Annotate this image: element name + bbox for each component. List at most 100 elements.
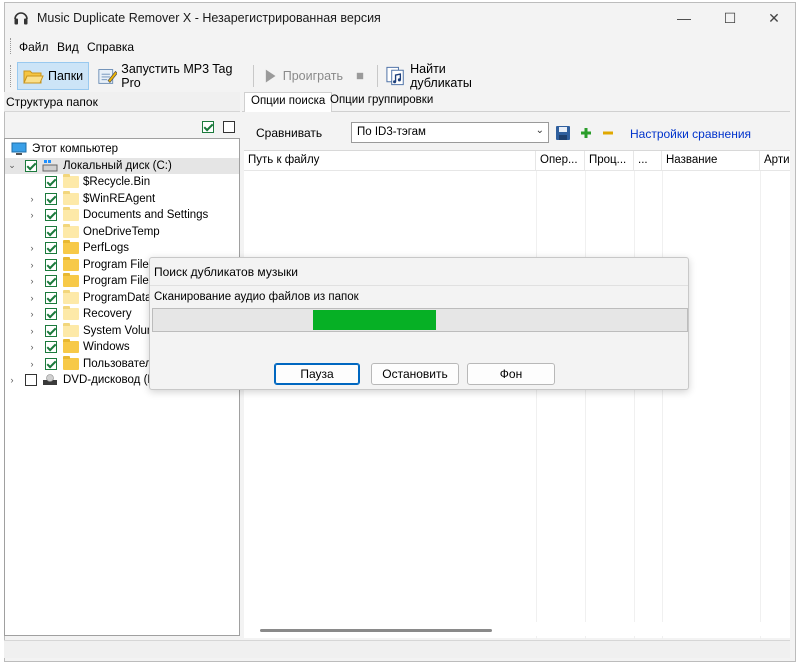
tree-checkbox[interactable]: [45, 292, 57, 304]
folders-button[interactable]: Папки: [17, 62, 89, 90]
folder-icon: [63, 308, 79, 320]
menu-help[interactable]: Справка: [87, 40, 134, 54]
pause-button[interactable]: Пауза: [274, 363, 360, 385]
tree-checkbox[interactable]: [45, 226, 57, 238]
tree-checkbox[interactable]: [25, 374, 37, 386]
tree-item-label: Этот компьютер: [32, 143, 118, 155]
uncheck-all-checkbox[interactable]: [223, 121, 235, 133]
grid-header: Путь к файлу Опер... Проц... ... Названи…: [244, 151, 790, 171]
maximize-button[interactable]: ☐: [707, 3, 753, 33]
add-icon[interactable]: [578, 125, 594, 141]
tree-item-label: Program Files: [83, 275, 155, 287]
tree-checkbox[interactable]: [45, 242, 57, 254]
progress-bar: [152, 308, 688, 332]
find-duplicates-label: Найти дубликаты: [410, 62, 507, 90]
folder-icon: [63, 209, 79, 221]
check-all-checkbox[interactable]: [202, 121, 214, 133]
scrollbar-thumb[interactable]: [260, 629, 492, 632]
folder-icon: [63, 259, 79, 271]
expand-icon[interactable]: ›: [27, 243, 37, 253]
column-percent[interactable]: Проц...: [585, 151, 634, 171]
expand-icon[interactable]: ›: [27, 309, 37, 319]
tree-item-drive-c[interactable]: ⌄ Локальный диск (C:): [5, 158, 240, 175]
compare-settings-link[interactable]: Настройки сравнения: [630, 127, 751, 141]
chevron-down-icon: ⌄: [536, 125, 544, 136]
folder-icon: [63, 176, 79, 188]
expand-icon[interactable]: ›: [27, 210, 37, 220]
tree-item-label: $WinREAgent: [83, 193, 155, 205]
column-operation[interactable]: Опер...: [536, 151, 585, 171]
column-divider: [634, 171, 635, 639]
find-duplicates-button[interactable]: Найти дубликаты: [381, 62, 511, 90]
dvd-drive-icon: [42, 374, 58, 386]
tree-item-this-pc[interactable]: Этот компьютер: [5, 141, 240, 158]
play-label: Проиграть: [283, 69, 343, 83]
dialog-divider: [150, 285, 688, 286]
folder-icon: [63, 325, 79, 337]
menu-file[interactable]: Файл: [19, 40, 49, 54]
tree-checkbox[interactable]: [45, 275, 57, 287]
launch-mp3-tag-button[interactable]: Запустить MP3 Tag Pro: [93, 62, 249, 90]
tree-item-documents-settings[interactable]: › Documents and Settings: [5, 207, 240, 224]
folder-icon: [63, 226, 79, 238]
search-options-panel: Сравнивать По ID3-тэгам ⌄ Настройки срав…: [242, 112, 790, 150]
dialog-message: Сканирование аудио файлов из папок: [154, 291, 359, 303]
menu-grip: [10, 38, 12, 54]
background-button[interactable]: Фон: [467, 363, 555, 385]
tree-checkbox[interactable]: [45, 176, 57, 188]
expand-icon[interactable]: ›: [27, 293, 37, 303]
column-divider: [585, 171, 586, 639]
column-extra[interactable]: ...: [634, 151, 662, 171]
expand-icon[interactable]: ›: [27, 276, 37, 286]
horizontal-scrollbar[interactable]: [244, 622, 790, 636]
tree-item-label: ProgramData: [83, 292, 151, 304]
computer-icon: [11, 142, 27, 156]
menu-view[interactable]: Вид: [57, 40, 79, 54]
toolbar: Папки Запустить MP3 Tag Pro Проиграть: [9, 59, 795, 93]
tree-checkbox[interactable]: [45, 358, 57, 370]
column-file-path[interactable]: Путь к файлу: [244, 151, 536, 171]
close-button[interactable]: ✕: [751, 3, 797, 33]
expand-icon[interactable]: ›: [27, 342, 37, 352]
tree-item-onedrivetemp[interactable]: OneDriveTemp: [5, 224, 240, 241]
folder-open-icon: [22, 65, 44, 87]
tree-item-label: System Volum: [83, 325, 157, 337]
tree-item-recycle-bin[interactable]: $Recycle.Bin: [5, 174, 240, 191]
search-progress-dialog: Поиск дубликатов музыки Сканирование ауд…: [149, 257, 689, 390]
minimize-button[interactable]: —: [661, 3, 707, 33]
expand-icon[interactable]: ›: [27, 326, 37, 336]
expand-icon[interactable]: ›: [27, 359, 37, 369]
column-artist[interactable]: Артис: [760, 151, 790, 171]
tab-search-options[interactable]: Опции поиска: [244, 92, 332, 112]
tree-checkbox[interactable]: [45, 308, 57, 320]
tree-item-perflogs[interactable]: › PerfLogs: [5, 240, 240, 257]
folder-icon: [63, 275, 79, 287]
tree-checkbox[interactable]: [45, 209, 57, 221]
expand-icon[interactable]: ›: [27, 260, 37, 270]
expand-icon[interactable]: ›: [27, 194, 37, 204]
stop-button[interactable]: [349, 62, 371, 90]
tree-checkbox[interactable]: [45, 341, 57, 353]
remove-icon[interactable]: [600, 125, 616, 141]
tree-checkbox[interactable]: [45, 259, 57, 271]
tree-item-label: Локальный диск (C:): [63, 160, 172, 172]
headphones-icon: [13, 10, 29, 26]
compare-mode-select[interactable]: По ID3-тэгам ⌄: [351, 122, 549, 143]
play-button[interactable]: Проиграть: [257, 62, 347, 90]
folder-icon: [63, 193, 79, 205]
expand-icon[interactable]: ›: [7, 375, 17, 385]
folder-icon: [63, 242, 79, 254]
collapse-icon[interactable]: ⌄: [7, 160, 17, 171]
tree-checkbox[interactable]: [25, 160, 37, 172]
tab-grouping-options[interactable]: Опции группировки: [324, 92, 439, 112]
stop-search-button[interactable]: Остановить: [371, 363, 459, 385]
tree-checkbox[interactable]: [45, 325, 57, 337]
column-title[interactable]: Название: [662, 151, 760, 171]
title-bar: Music Duplicate Remover X - Незарегистри…: [5, 3, 795, 33]
tree-item-winreagent[interactable]: › $WinREAgent: [5, 191, 240, 208]
launch-mp3-tag-label: Запустить MP3 Tag Pro: [121, 62, 245, 90]
compare-label: Сравнивать: [256, 126, 322, 140]
save-icon[interactable]: [555, 125, 571, 141]
tree-checkbox[interactable]: [45, 193, 57, 205]
tree-item-label: OneDriveTemp: [83, 226, 160, 238]
